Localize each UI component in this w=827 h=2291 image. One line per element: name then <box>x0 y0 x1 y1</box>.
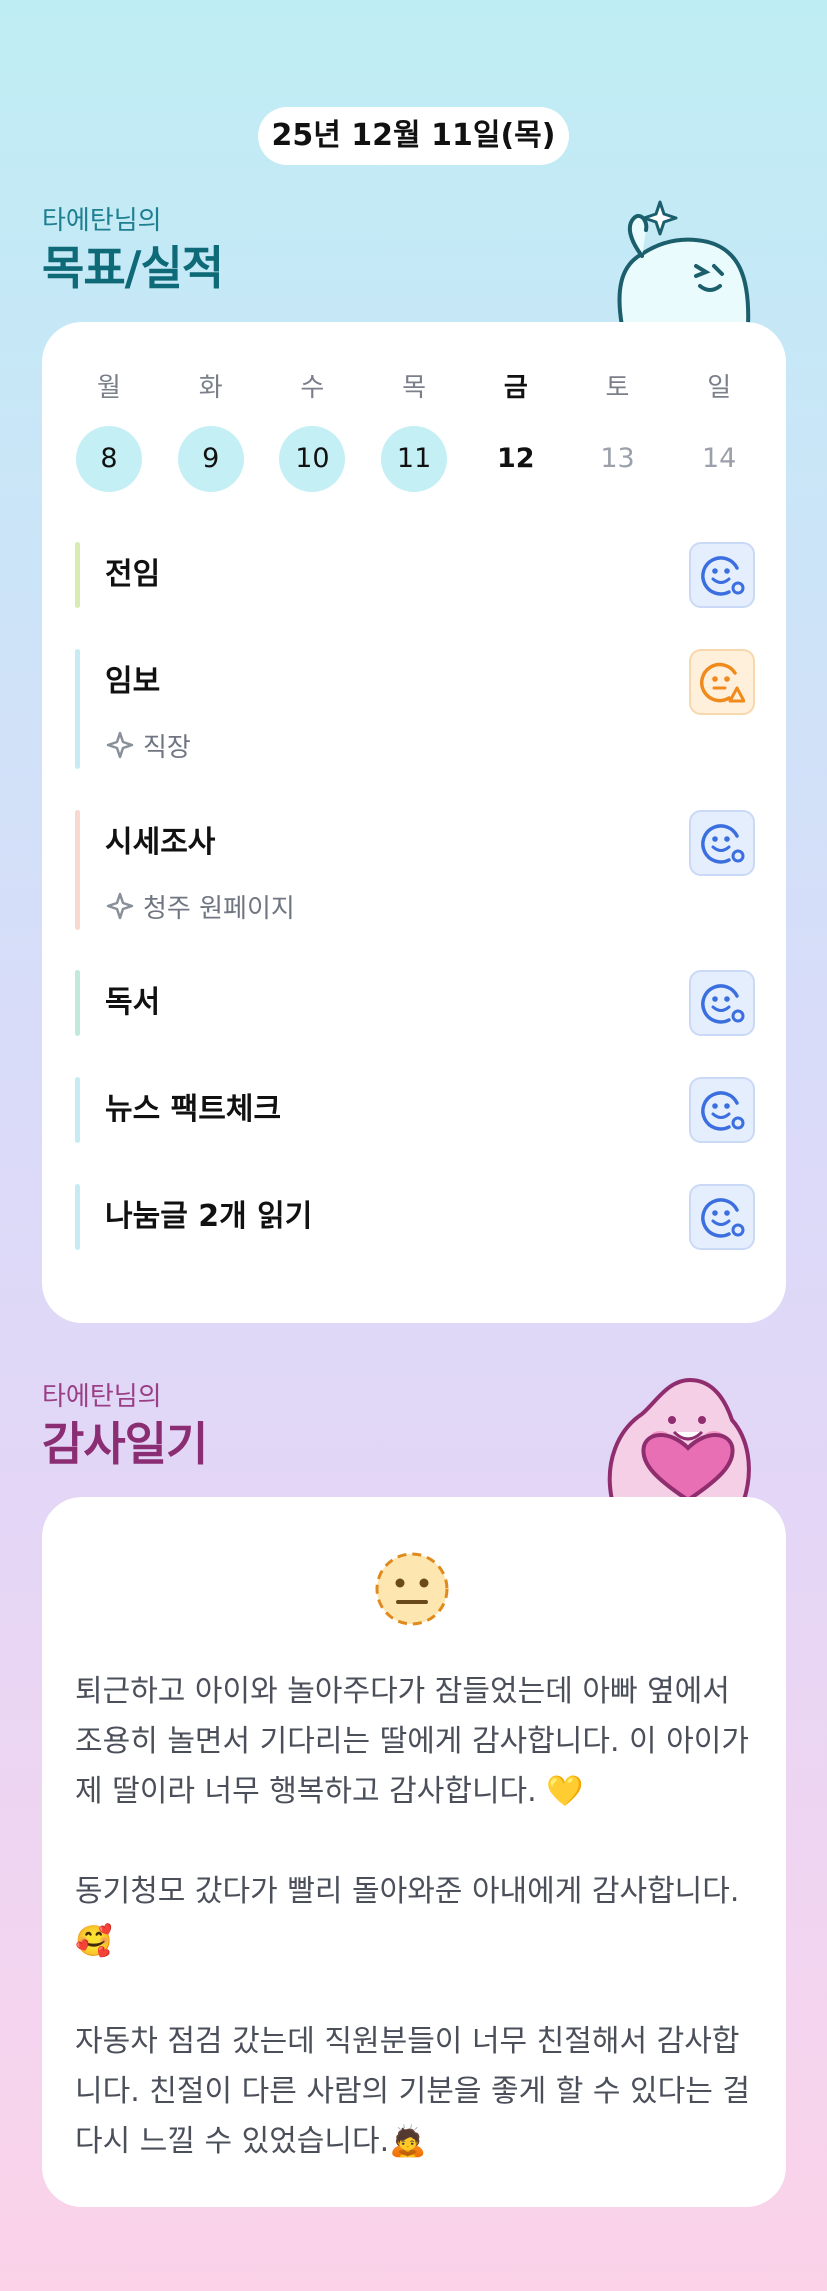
day-number[interactable]: 10 <box>279 426 346 492</box>
day-number[interactable]: 11 <box>381 426 448 492</box>
goal-color-bar <box>75 542 80 608</box>
day-name: 금 <box>503 373 528 403</box>
day-column[interactable]: 금 12 <box>483 370 549 492</box>
sparkle-icon <box>105 891 135 928</box>
day-column[interactable]: 일 14 <box>686 370 752 492</box>
goals-card: 월 8 화 9 수 10 목 11 금 12 토 13 일 14 전임 임보 직장 시세조사 청주 원페이지 독서 뉴… <box>42 322 786 1323</box>
day-number[interactable]: 12 <box>483 426 549 492</box>
goals-section-title: 목표/실적 <box>42 241 224 295</box>
diary-text: 퇴근하고 아이와 놀아주다가 잠들었는데 아빠 옆에서 조용히 놀면서 기다리는… <box>75 1667 765 2167</box>
goal-subtitle: 청주 원페이지 <box>105 888 295 928</box>
smile-blue-icon[interactable] <box>689 810 755 876</box>
goal-item[interactable]: 전임 <box>75 542 755 608</box>
diary-section-title: 감사일기 <box>42 1417 208 1471</box>
ghost-mascot-icon <box>617 200 751 326</box>
goal-item[interactable]: 뉴스 팩트체크 <box>75 1077 755 1143</box>
day-name: 일 <box>707 373 732 403</box>
goal-subtitle-text: 청주 원페이지 <box>143 894 295 924</box>
neutral-face-icon <box>375 1552 449 1626</box>
goal-title: 임보 <box>105 664 161 699</box>
day-column[interactable]: 월8 <box>76 370 142 492</box>
smile-blue-icon[interactable] <box>689 1077 755 1143</box>
goal-title: 시세조사 <box>105 825 216 860</box>
goal-subtitle: 직장 <box>105 727 191 767</box>
day-column[interactable]: 목 11 <box>381 370 448 492</box>
goal-subtitle-text: 직장 <box>143 733 191 763</box>
goal-color-bar <box>75 970 80 1036</box>
day-name: 화 <box>198 373 223 403</box>
smile-blue-icon[interactable] <box>689 542 755 608</box>
day-name: 수 <box>300 373 325 403</box>
goal-title: 나눔글 2개 읽기 <box>105 1199 313 1234</box>
day-number[interactable]: 14 <box>686 426 752 492</box>
day-number[interactable]: 13 <box>585 426 651 492</box>
day-name: 목 <box>402 373 427 403</box>
diary-paragraph: 동기청모 갔다가 빨리 돌아와준 아내에게 감사합니다. 🥰 <box>75 1874 749 1959</box>
goal-color-bar <box>75 810 80 930</box>
heart-mascot-icon <box>607 1377 751 1500</box>
smile-blue-icon[interactable] <box>689 1184 755 1250</box>
goal-color-bar <box>75 649 80 769</box>
goal-item[interactable]: 시세조사청주 원페이지 <box>75 810 755 930</box>
day-name: 토 <box>605 373 630 403</box>
goal-title: 전임 <box>105 557 161 592</box>
goal-title: 뉴스 팩트체크 <box>105 1092 282 1127</box>
day-number[interactable]: 9 <box>177 426 244 492</box>
meh-warning-orange-icon[interactable] <box>689 649 755 715</box>
goal-item[interactable]: 나눔글 2개 읽기 <box>75 1184 755 1250</box>
day-column[interactable]: 토 13 <box>585 370 651 492</box>
date-pill[interactable]: 25년 12월 11일(목) <box>258 107 569 165</box>
diary-paragraph: 퇴근하고 아이와 놀아주다가 잠들었는데 아빠 옆에서 조용히 놀면서 기다리는… <box>75 1674 759 1809</box>
day-column[interactable]: 수 10 <box>279 370 346 492</box>
goal-color-bar <box>75 1184 80 1250</box>
day-column[interactable]: 화9 <box>177 370 244 492</box>
day-number[interactable]: 8 <box>76 426 142 492</box>
smile-blue-icon[interactable] <box>689 970 755 1036</box>
day-name: 월 <box>97 373 121 403</box>
diary-card: 퇴근하고 아이와 놀아주다가 잠들었는데 아빠 옆에서 조용히 놀면서 기다리는… <box>42 1497 786 2207</box>
goal-color-bar <box>75 1077 80 1143</box>
goal-item[interactable]: 임보직장 <box>75 649 755 769</box>
sparkle-icon <box>105 730 135 767</box>
goal-item[interactable]: 독서 <box>75 970 755 1036</box>
goal-title: 독서 <box>105 985 161 1020</box>
diary-paragraph: 자동차 점검 갔는데 직원분들이 너무 친절해서 감사합니다. 친절이 다른 사… <box>75 2024 760 2159</box>
